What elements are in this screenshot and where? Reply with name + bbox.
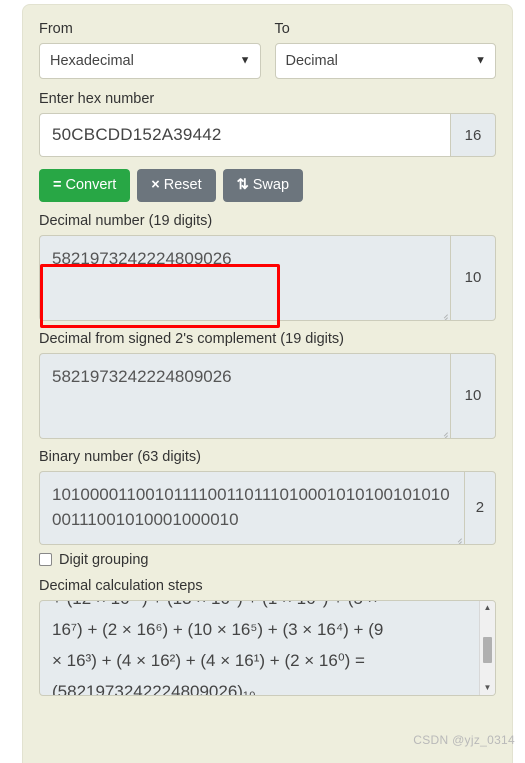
from-to-row: From Hexadecimal ▼ To Decimal ▼ <box>39 19 496 79</box>
steps-line-2: × 16³) + (4 × 16²) + (4 × 16¹) + (2 × 16… <box>52 650 365 670</box>
converter-card: From Hexadecimal ▼ To Decimal ▼ Enter he… <box>22 4 513 763</box>
twos-complement-value: 5821973242224809026 <box>52 366 232 386</box>
calculation-steps-content: + (12 × 16¹⁰) + (13 × 16⁹) + (1 × 16⁸) +… <box>40 601 479 696</box>
steps-scrollbar[interactable]: ▲ ▼ <box>479 600 495 695</box>
steps-line-3: (5821973242224809026)₁₀ <box>52 681 256 696</box>
calculation-steps-section: Decimal calculation steps + (12 × 16¹⁰) … <box>39 576 496 696</box>
hex-input-group: 50CBCDD152A39442 16 <box>39 113 496 157</box>
scrollbar-thumb[interactable] <box>483 636 492 663</box>
calculation-steps-box[interactable]: + (12 × 16¹⁰) + (13 × 16⁹) + (1 × 16⁸) +… <box>39 599 496 696</box>
chevron-down-icon: ▼ <box>475 54 486 67</box>
decimal-number-label: Decimal number (19 digits) <box>39 212 213 229</box>
resize-handle-icon[interactable] <box>452 533 462 543</box>
resize-handle-icon[interactable] <box>438 427 448 437</box>
hex-base-badge: 16 <box>450 113 496 157</box>
swap-button-label: Swap <box>252 177 290 193</box>
convert-button-label: Convert <box>65 177 117 193</box>
hex-number-input[interactable]: 50CBCDD152A39442 <box>39 113 450 157</box>
digit-grouping-checkbox[interactable] <box>39 553 52 566</box>
resize-handle-icon[interactable] <box>438 309 448 319</box>
steps-line-clipped: + (12 × 16¹⁰) + (13 × 16⁹) + (1 × 16⁸) +… <box>52 601 467 614</box>
digit-grouping-label: Digit grouping <box>59 551 149 568</box>
decimal-result-group: 5821973242224809026 10 <box>39 234 496 321</box>
binary-base-badge: 2 <box>463 470 496 545</box>
from-select[interactable]: Hexadecimal ▼ <box>39 43 261 79</box>
scroll-up-arrow-icon[interactable]: ▲ <box>480 601 495 615</box>
to-label: To <box>274 21 290 37</box>
to-field: To Decimal ▼ <box>274 19 496 79</box>
from-select-value: Hexadecimal <box>50 53 134 69</box>
watermark: CSDN @yjz_0314 <box>413 733 515 747</box>
to-select[interactable]: Decimal ▼ <box>274 43 496 79</box>
twos-complement-section: Decimal from signed 2's complement (19 d… <box>39 329 496 439</box>
twos-complement-base-badge: 10 <box>450 352 496 439</box>
binary-number-label: Binary number (63 digits) <box>39 448 201 465</box>
twos-complement-group: 5821973242224809026 10 <box>39 352 496 439</box>
scroll-down-arrow-icon[interactable]: ▼ <box>480 681 495 695</box>
decimal-number-value: 5821973242224809026 <box>52 248 232 268</box>
hex-input-section: Enter hex number 50CBCDD152A39442 16 <box>39 89 496 157</box>
close-icon: × <box>151 177 160 193</box>
decimal-base-badge: 10 <box>450 234 496 321</box>
twos-complement-label: Decimal from signed 2's complement (19 d… <box>39 330 344 347</box>
from-label: From <box>39 21 73 37</box>
hex-input-label: Enter hex number <box>39 91 155 107</box>
reset-button[interactable]: × Reset <box>137 169 216 202</box>
digit-grouping-row[interactable]: Digit grouping <box>39 552 496 568</box>
twos-complement-result[interactable]: 5821973242224809026 <box>39 352 450 439</box>
to-select-value: Decimal <box>285 53 338 69</box>
equals-icon: = <box>53 177 62 193</box>
convert-button[interactable]: = Convert <box>39 169 131 202</box>
reset-button-label: Reset <box>163 177 202 193</box>
decimal-result-section: Decimal number (19 digits) 5821973242224… <box>39 211 496 321</box>
page-root: From Hexadecimal ▼ To Decimal ▼ Enter he… <box>0 0 525 763</box>
swap-button[interactable]: ⇅ Swap <box>222 169 304 202</box>
steps-line-1: 16⁷) + (2 × 16⁶) + (10 × 16⁵) + (3 × 16⁴… <box>52 619 384 639</box>
binary-result-group: 1010000110010111100110111010001010100101… <box>39 470 496 545</box>
swap-arrows-icon: ⇅ <box>236 177 249 193</box>
binary-section: Binary number (63 digits) 10100001100101… <box>39 447 496 545</box>
binary-number-result[interactable]: 1010000110010111100110111010001010100101… <box>39 470 464 545</box>
action-buttons: = Convert × Reset ⇅ Swap <box>39 169 496 202</box>
calculation-steps-label: Decimal calculation steps <box>39 577 203 594</box>
binary-number-value: 1010000110010111100110111010001010100101… <box>52 484 450 529</box>
chevron-down-icon: ▼ <box>239 54 251 67</box>
from-field: From Hexadecimal ▼ <box>39 19 261 79</box>
decimal-number-result[interactable]: 5821973242224809026 <box>39 234 450 321</box>
